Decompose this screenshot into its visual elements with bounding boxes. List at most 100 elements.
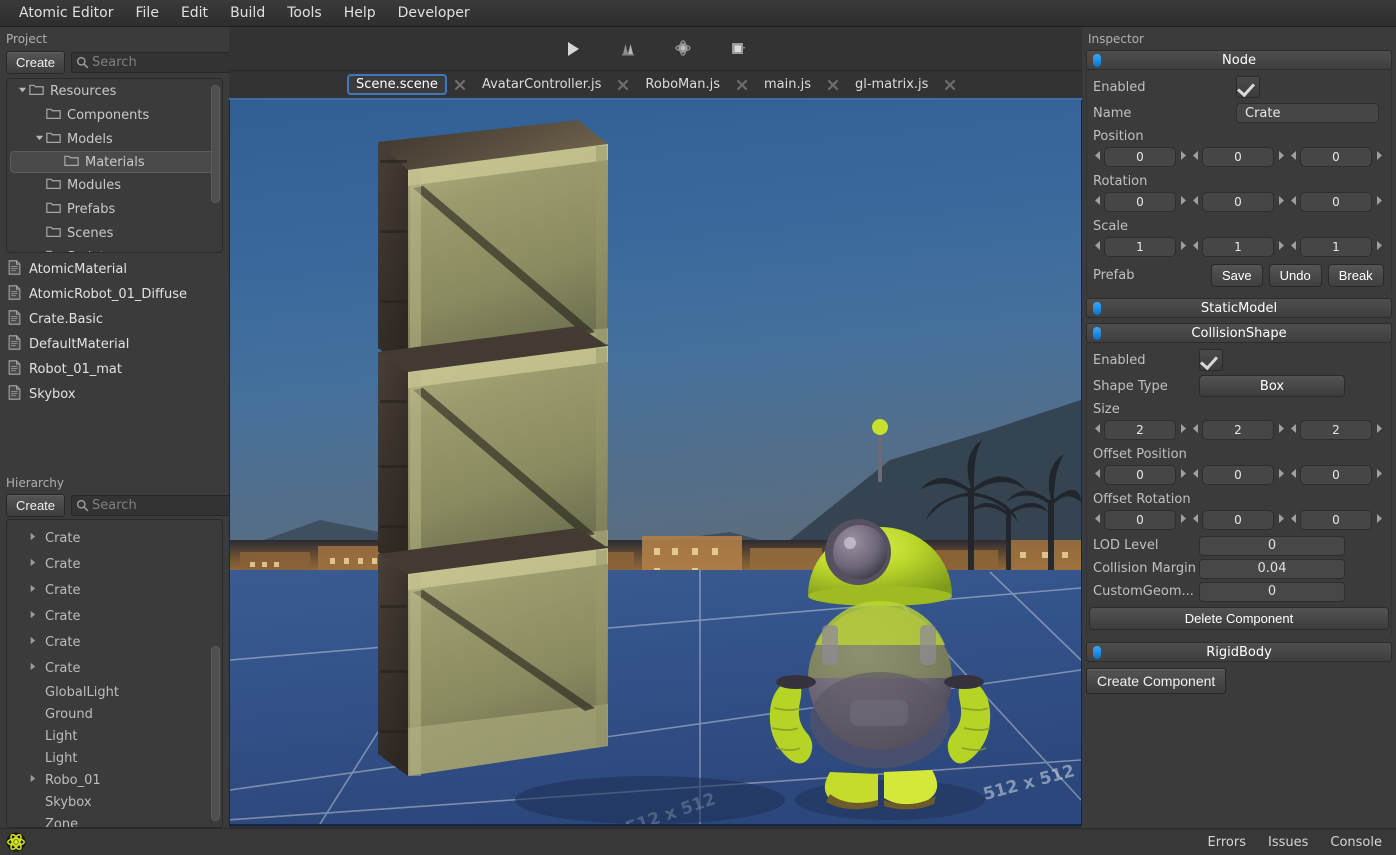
node-scale-x-input[interactable]: 1 bbox=[1104, 237, 1176, 257]
component-toggle-dot-icon[interactable] bbox=[1093, 302, 1101, 315]
project-tree-item-scenes[interactable]: Scenes bbox=[7, 221, 222, 245]
menu-item-build[interactable]: Build bbox=[219, 2, 276, 24]
node-scale-y-input[interactable]: 1 bbox=[1202, 237, 1274, 257]
spinner-decrement-icon[interactable] bbox=[1189, 195, 1202, 209]
hierarchy-item-crate[interactable]: Crate bbox=[7, 551, 222, 577]
collision-customgeom-input[interactable]: 0 bbox=[1199, 582, 1345, 602]
spinner-decrement-icon[interactable] bbox=[1091, 423, 1104, 437]
tab-close-icon[interactable] bbox=[820, 79, 846, 91]
spinner-decrement-icon[interactable] bbox=[1091, 195, 1104, 209]
project-tree-item-models[interactable]: Models bbox=[7, 127, 222, 151]
collision-size-y-input[interactable]: 2 bbox=[1202, 420, 1274, 440]
hierarchy-tree-scrollbar[interactable] bbox=[211, 646, 220, 821]
spinner-increment-icon[interactable] bbox=[1176, 240, 1189, 254]
hierarchy-tree[interactable]: CrateCrateCrateCrateCrateCrateGlobalLigh… bbox=[6, 519, 223, 828]
disclosure-triangle-icon[interactable] bbox=[25, 662, 39, 674]
collision-size-x-input[interactable]: 2 bbox=[1104, 420, 1176, 440]
hierarchy-create-button[interactable]: Create bbox=[6, 494, 65, 517]
collision-size-y[interactable]: 2 bbox=[1189, 420, 1287, 440]
spinner-increment-icon[interactable] bbox=[1274, 240, 1287, 254]
spinner-decrement-icon[interactable] bbox=[1287, 150, 1300, 164]
menu-item-edit[interactable]: Edit bbox=[170, 2, 219, 24]
node-scale-z[interactable]: 1 bbox=[1287, 237, 1385, 257]
spinner-decrement-icon[interactable] bbox=[1091, 150, 1104, 164]
node-position-z-input[interactable]: 0 bbox=[1300, 147, 1372, 167]
disclosure-triangle-icon[interactable] bbox=[25, 636, 39, 648]
project-file-item[interactable]: Robot_01_mat bbox=[0, 357, 229, 382]
status-console-button[interactable]: Console bbox=[1330, 835, 1382, 850]
disclosure-triangle-icon[interactable] bbox=[25, 584, 39, 596]
editor-tab-scene-scene[interactable]: Scene.scene bbox=[347, 74, 447, 95]
menu-item-file[interactable]: File bbox=[125, 2, 170, 24]
node-scale-vector[interactable]: 111 bbox=[1087, 235, 1391, 261]
editor-tab-gl-matrix-js[interactable]: gl-matrix.js bbox=[846, 75, 937, 94]
tab-close-icon[interactable] bbox=[610, 79, 636, 91]
project-tree-item-scripts[interactable]: Scripts bbox=[7, 245, 222, 253]
component-header-node[interactable]: Node bbox=[1086, 50, 1392, 70]
scale-icon[interactable] bbox=[724, 36, 752, 62]
hierarchy-item-globallight[interactable]: GlobalLight bbox=[7, 681, 222, 703]
project-create-button[interactable]: Create bbox=[6, 51, 65, 74]
status-issues-button[interactable]: Issues bbox=[1268, 835, 1308, 850]
node-position-z[interactable]: 0 bbox=[1287, 147, 1385, 167]
spinner-increment-icon[interactable] bbox=[1176, 468, 1189, 482]
spinner-increment-icon[interactable] bbox=[1176, 195, 1189, 209]
project-tree-item-resources[interactable]: Resources bbox=[7, 79, 222, 103]
hierarchy-item-light[interactable]: Light bbox=[7, 747, 222, 769]
hierarchy-item-crate[interactable]: Crate bbox=[7, 525, 222, 551]
project-file-item[interactable]: Crate.Basic bbox=[0, 307, 229, 332]
rotate-icon[interactable] bbox=[669, 36, 697, 62]
prefab-break-button[interactable]: Break bbox=[1328, 264, 1384, 287]
spinner-decrement-icon[interactable] bbox=[1287, 513, 1300, 527]
spinner-increment-icon[interactable] bbox=[1274, 513, 1287, 527]
component-header-collisionshape[interactable]: CollisionShape bbox=[1086, 323, 1392, 343]
hierarchy-item-crate[interactable]: Crate bbox=[7, 629, 222, 655]
disclosure-triangle-icon[interactable] bbox=[25, 774, 39, 786]
disclosure-triangle-icon[interactable] bbox=[15, 85, 29, 97]
collision-offset-rotation-x-input[interactable]: 0 bbox=[1104, 510, 1176, 530]
tab-close-icon[interactable] bbox=[937, 79, 963, 91]
collision-margin-input[interactable]: 0.04 bbox=[1199, 559, 1345, 579]
node-rotation-x[interactable]: 0 bbox=[1091, 192, 1189, 212]
menu-item-atomic-editor[interactable]: Atomic Editor bbox=[8, 2, 125, 24]
project-file-item[interactable]: DefaultMaterial bbox=[0, 332, 229, 357]
node-scale-x[interactable]: 1 bbox=[1091, 237, 1189, 257]
node-scale-y[interactable]: 1 bbox=[1189, 237, 1287, 257]
collision-offset-rotation-x[interactable]: 0 bbox=[1091, 510, 1189, 530]
hierarchy-item-crate[interactable]: Crate bbox=[7, 655, 222, 681]
collision-size-x[interactable]: 2 bbox=[1091, 420, 1189, 440]
hierarchy-item-skybox[interactable]: Skybox bbox=[7, 791, 222, 813]
collision-offset-position-x[interactable]: 0 bbox=[1091, 465, 1189, 485]
translate-icon[interactable] bbox=[614, 36, 642, 62]
collision-offset-position-y-input[interactable]: 0 bbox=[1202, 465, 1274, 485]
spinner-increment-icon[interactable] bbox=[1372, 150, 1385, 164]
project-tree-item-prefabs[interactable]: Prefabs bbox=[7, 197, 222, 221]
hierarchy-item-crate[interactable]: Crate bbox=[7, 603, 222, 629]
inspector-scroll-area[interactable]: Node Enabled Name Crate Position 000 Rot… bbox=[1082, 48, 1396, 823]
spinner-decrement-icon[interactable] bbox=[1287, 240, 1300, 254]
spinner-increment-icon[interactable] bbox=[1372, 240, 1385, 254]
menu-item-developer[interactable]: Developer bbox=[387, 2, 481, 24]
editor-tab-main-js[interactable]: main.js bbox=[755, 75, 820, 94]
spinner-increment-icon[interactable] bbox=[1176, 423, 1189, 437]
project-tree-item-components[interactable]: Components bbox=[7, 103, 222, 127]
editor-tab-bar[interactable]: Scene.sceneAvatarController.jsRoboMan.js… bbox=[229, 71, 1082, 100]
component-header-staticmodel[interactable]: StaticModel bbox=[1086, 298, 1392, 318]
spinner-increment-icon[interactable] bbox=[1274, 150, 1287, 164]
collision-offsetrotation-vector[interactable]: 000 bbox=[1087, 508, 1391, 534]
spinner-increment-icon[interactable] bbox=[1372, 195, 1385, 209]
spinner-decrement-icon[interactable] bbox=[1189, 513, 1202, 527]
spinner-decrement-icon[interactable] bbox=[1189, 150, 1202, 164]
hierarchy-item-ground[interactable]: Ground bbox=[7, 703, 222, 725]
node-rotation-y-input[interactable]: 0 bbox=[1202, 192, 1274, 212]
node-position-x-input[interactable]: 0 bbox=[1104, 147, 1176, 167]
component-header-rigidbody[interactable]: RigidBody bbox=[1086, 642, 1392, 662]
hierarchy-item-light[interactable]: Light bbox=[7, 725, 222, 747]
hierarchy-item-robo_01[interactable]: Robo_01 bbox=[7, 769, 222, 791]
component-toggle-dot-icon[interactable] bbox=[1093, 646, 1101, 659]
spinner-increment-icon[interactable] bbox=[1274, 468, 1287, 482]
collision-shapetype-dropdown[interactable]: Box bbox=[1199, 375, 1345, 397]
collision-size-vector[interactable]: 222 bbox=[1087, 418, 1391, 444]
project-tree-scrollbar[interactable] bbox=[211, 85, 220, 203]
collision-offset-rotation-y[interactable]: 0 bbox=[1189, 510, 1287, 530]
